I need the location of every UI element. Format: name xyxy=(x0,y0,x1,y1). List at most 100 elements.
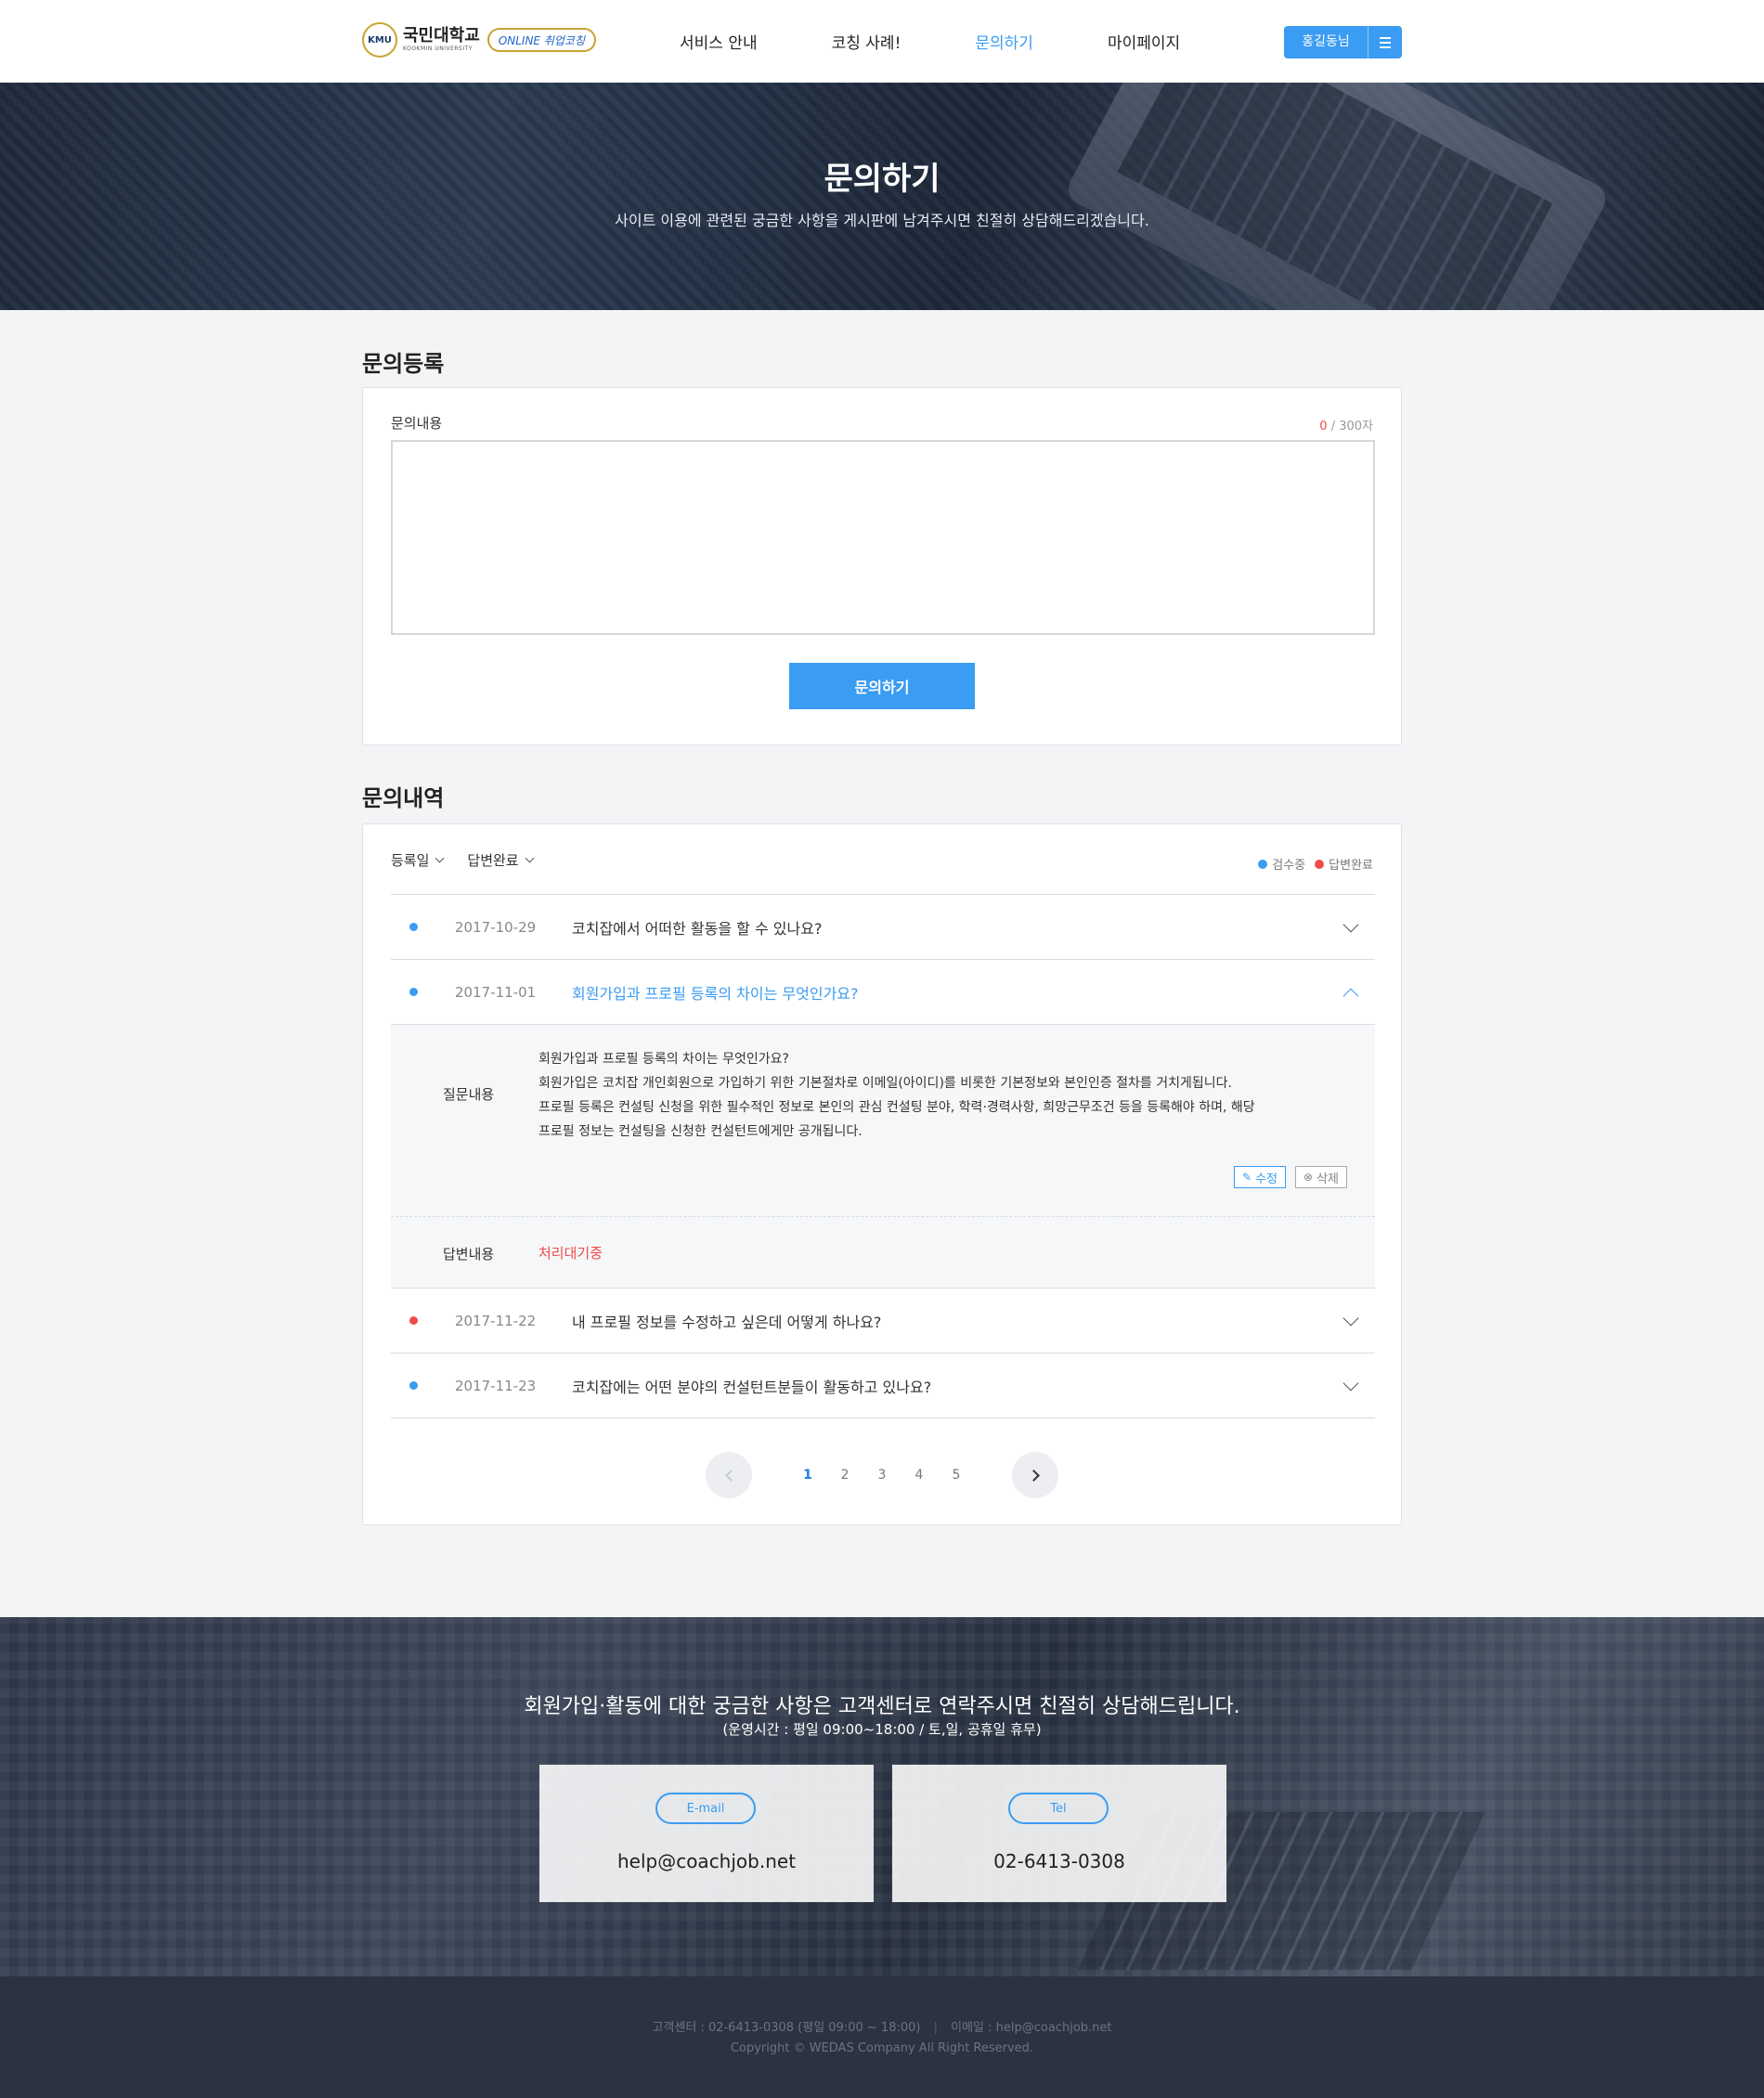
hero-banner: 문의하기 사이트 이용에 관련된 궁금한 사항을 게시판에 남겨주시면 친절히 … xyxy=(0,83,1764,310)
filter-bar: 등록일 답변완료 xyxy=(391,850,557,870)
footer-email: 이메일 : help@coachjob.net xyxy=(951,2021,1112,2035)
history-card: 등록일 답변완료 검수중 답변완료 2017-10-29 코치잡에서 어떠한 활… xyxy=(362,823,1402,1525)
inquiry-textarea[interactable] xyxy=(391,440,1375,635)
chevron-down-icon xyxy=(525,853,535,863)
email-tag: E-mail xyxy=(655,1793,756,1824)
edit-button[interactable]: ✎ 수정 xyxy=(1234,1166,1286,1188)
status-dot-icon xyxy=(409,923,418,931)
inquiry-row[interactable]: 2017-11-22 내 프로필 정보를 수정하고 싶은데 어떻게 하나요? xyxy=(391,1289,1375,1353)
question-content: 회원가입과 프로필 등록의 차이는 무엇인가요? 회원가입은 코치잡 개인회원으… xyxy=(538,1047,1309,1144)
question-line: 프로필 등록은 컨설팅 신청을 위한 필수적인 정보로 본인의 관심 컨설팅 분… xyxy=(538,1100,1255,1115)
page-4[interactable]: 4 xyxy=(901,1468,938,1483)
history-section-title: 문의내역 xyxy=(362,785,445,811)
footer-separator: | xyxy=(933,2021,938,2035)
page-1[interactable]: 1 xyxy=(789,1468,826,1483)
status-dot-icon xyxy=(409,1316,418,1325)
chevron-up-icon[interactable] xyxy=(1342,988,1359,1004)
nav-item-mypage[interactable]: 마이페이지 xyxy=(1108,30,1180,53)
page-subtitle: 사이트 이용에 관련된 궁금한 사항을 게시판에 남겨주시면 친절히 상담해드리… xyxy=(615,212,1149,229)
contact-section: 회원가입·활동에 대한 궁금한 사항은 고객센터로 연락주시면 친절히 상담해드… xyxy=(0,1617,1764,1976)
delete-icon: ⊗ xyxy=(1304,1171,1314,1184)
char-count-limit: / 300자 xyxy=(1330,420,1373,434)
inquiry-date: 2017-11-22 xyxy=(455,1312,537,1329)
logo-badge: ONLINE 취업코칭 xyxy=(486,28,596,52)
inquiry-detail: 질문내용 회원가입과 프로필 등록의 차이는 무엇인가요? 회원가입은 코치잡 … xyxy=(391,1025,1375,1289)
inquiry-question: 코치잡에는 어떤 분야의 컨설턴트분들이 활동하고 있나요? xyxy=(572,1378,932,1396)
inquiry-question: 회원가입과 프로필 등록의 차이는 무엇인가요? xyxy=(572,984,859,1003)
page-title: 문의하기 xyxy=(824,161,940,198)
footer-info: 고객센터 : 02-6413-0308 (평일 09:00 ~ 18:00) |… xyxy=(0,2017,1764,2035)
nav-item-coaching[interactable]: 코칭 사례! xyxy=(832,30,901,53)
question-line: 회원가입은 코치잡 개인회원으로 가입하기 위한 기본절차로 이메일(아이디)를… xyxy=(538,1076,1232,1091)
user-name[interactable]: 홍길동님 xyxy=(1284,26,1368,58)
register-card: 문의내용 0 / 300자 문의하기 xyxy=(362,387,1402,745)
main-nav: 서비스 안내 코칭 사례! 문의하기 마이페이지 xyxy=(680,0,1254,83)
inquiry-row[interactable]: 2017-11-01 회원가입과 프로필 등록의 차이는 무엇인가요? xyxy=(391,960,1375,1025)
filter-status-label: 답변완료 xyxy=(467,852,519,869)
filter-status-dropdown[interactable]: 답변완료 xyxy=(467,850,535,870)
page-2[interactable]: 2 xyxy=(826,1468,863,1483)
tel-value[interactable]: 02-6413-0308 xyxy=(892,1850,1226,1872)
hamburger-icon[interactable] xyxy=(1368,36,1402,48)
logo-subtitle: KOOKMIN UNIVERSITY xyxy=(403,45,473,52)
main-content: 문의등록 문의내용 0 / 300자 문의하기 문의내역 등록일 답변완료 검수… xyxy=(362,310,1402,1617)
university-emblem-icon: KMU xyxy=(362,22,397,58)
divider xyxy=(391,1216,1375,1217)
status-dot-icon xyxy=(409,988,418,996)
char-counter: 0 / 300자 xyxy=(1319,416,1373,434)
prev-page-button[interactable] xyxy=(706,1452,752,1498)
page-5[interactable]: 5 xyxy=(938,1468,975,1483)
nav-item-service[interactable]: 서비스 안내 xyxy=(680,30,758,53)
answered-dot-icon xyxy=(1315,859,1325,869)
email-value[interactable]: help@coachjob.net xyxy=(539,1850,874,1872)
filter-date-dropdown[interactable]: 등록일 xyxy=(391,850,445,870)
tel-tag: Tel xyxy=(1008,1793,1109,1824)
chevron-down-icon[interactable] xyxy=(1342,1310,1359,1327)
inquiry-row[interactable]: 2017-10-29 코치잡에서 어떠한 활동을 할 수 있나요? xyxy=(391,895,1375,960)
inquiry-date: 2017-11-23 xyxy=(455,1377,537,1394)
char-count-current: 0 xyxy=(1319,420,1328,434)
answer-status: 처리대기중 xyxy=(538,1245,603,1262)
inquiry-question: 코치잡에서 어떠한 활동을 할 수 있나요? xyxy=(572,919,823,938)
next-page-button[interactable] xyxy=(1012,1452,1058,1498)
footer-copyright: Copyright © WEDAS Company All Right Rese… xyxy=(730,2041,1034,2055)
user-menu-button[interactable]: 홍길동님 xyxy=(1284,26,1402,58)
delete-label: 삭제 xyxy=(1317,1172,1339,1186)
logo-title: 국민대학교 xyxy=(403,26,480,45)
submit-inquiry-button[interactable]: 문의하기 xyxy=(789,663,975,709)
pagination: 1 2 3 4 5 xyxy=(363,1452,1401,1498)
legend-reviewing: 검수중 xyxy=(1272,859,1306,873)
inquiry-list: 2017-10-29 코치잡에서 어떠한 활동을 할 수 있나요? 2017-1… xyxy=(391,894,1375,1418)
status-dot-icon xyxy=(409,1381,418,1390)
chevron-down-icon xyxy=(435,853,445,863)
reviewing-dot-icon xyxy=(1258,859,1268,869)
email-card: E-mail help@coachjob.net xyxy=(539,1765,874,1902)
top-bar: KMU 국민대학교 KOOKMIN UNIVERSITY ONLINE 취업코칭… xyxy=(0,0,1764,83)
chevron-left-icon xyxy=(724,1469,737,1482)
tel-card: Tel 02-6413-0308 xyxy=(892,1765,1226,1902)
inquiry-date: 2017-10-29 xyxy=(455,918,537,936)
inquiry-question: 내 프로필 정보를 수정하고 싶은데 어떻게 하나요? xyxy=(572,1313,882,1331)
contact-hours: (운영시간 : 평일 09:00~18:00 / 토,일, 공휴일 휴무) xyxy=(722,1721,1042,1738)
chevron-down-icon[interactable] xyxy=(1342,916,1359,933)
edit-icon: ✎ xyxy=(1242,1171,1252,1184)
filter-date-label: 등록일 xyxy=(391,852,430,869)
footer: 고객센터 : 02-6413-0308 (평일 09:00 ~ 18:00) |… xyxy=(0,1976,1764,2098)
chevron-right-icon xyxy=(1027,1469,1040,1482)
inquiry-date: 2017-11-01 xyxy=(455,983,537,1001)
inquiry-row[interactable]: 2017-11-23 코치잡에는 어떤 분야의 컨설턴트분들이 활동하고 있나요… xyxy=(391,1353,1375,1418)
legend-answered: 답변완료 xyxy=(1329,859,1373,873)
delete-button[interactable]: ⊗ 삭제 xyxy=(1295,1166,1347,1188)
question-line: 회원가입과 프로필 등록의 차이는 무엇인가요? xyxy=(538,1052,789,1067)
chevron-down-icon[interactable] xyxy=(1342,1375,1359,1392)
site-logo[interactable]: KMU 국민대학교 KOOKMIN UNIVERSITY ONLINE 취업코칭 xyxy=(362,22,596,58)
question-content-label: 질문내용 xyxy=(443,1086,495,1103)
footer-service-center: 고객센터 : 02-6413-0308 (평일 09:00 ~ 18:00) xyxy=(652,2021,921,2035)
page-3[interactable]: 3 xyxy=(863,1468,901,1483)
question-line: 프로필 정보는 컨설팅을 신청한 컨설턴트에게만 공개됩니다. xyxy=(538,1124,863,1139)
contact-title: 회원가입·활동에 대한 궁금한 사항은 고객센터로 연락주시면 친절히 상담해드… xyxy=(524,1695,1240,1718)
register-section-title: 문의등록 xyxy=(362,351,445,377)
nav-item-inquiry[interactable]: 문의하기 xyxy=(975,30,1033,53)
status-legend: 검수중 답변완료 xyxy=(1249,855,1373,873)
answer-content-label: 답변내용 xyxy=(443,1246,495,1263)
